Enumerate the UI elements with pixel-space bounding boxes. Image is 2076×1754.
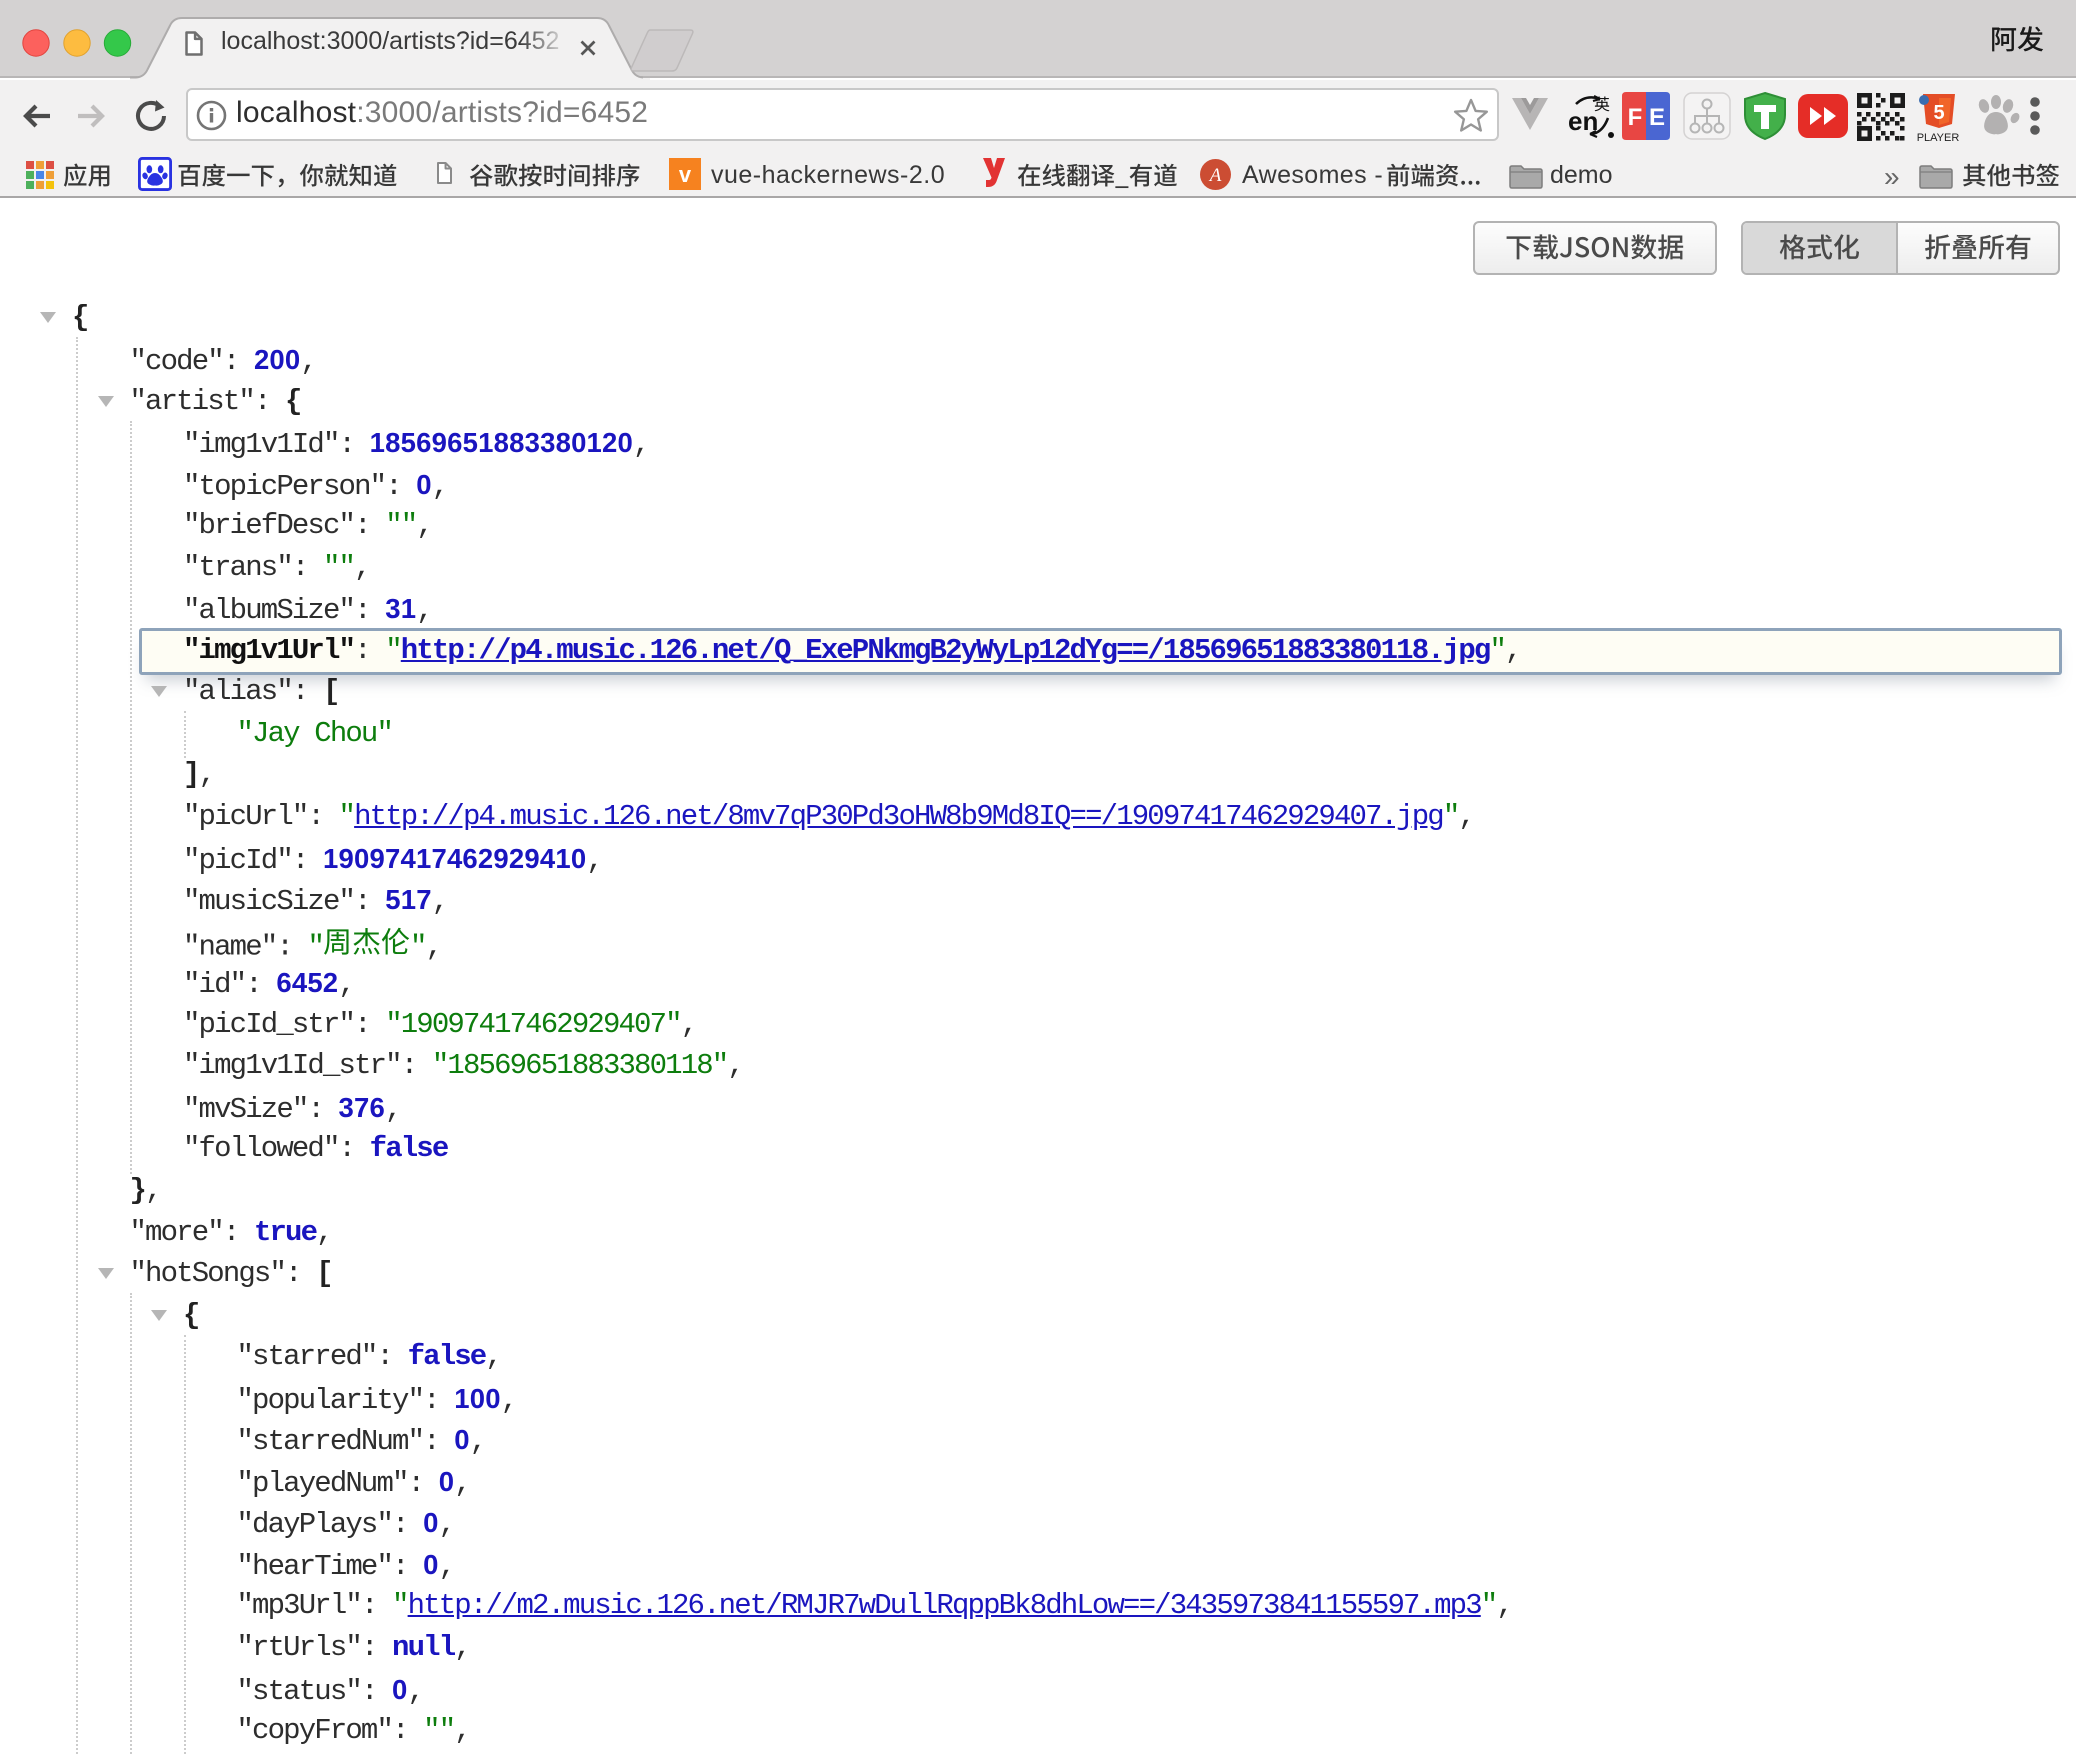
svg-text:v: v [679, 162, 692, 187]
svg-text:F: F [1628, 104, 1643, 131]
svg-text:PLAYER: PLAYER [1917, 132, 1960, 142]
svg-text:A: A [1208, 165, 1222, 186]
svg-text:5: 5 [1933, 102, 1944, 124]
svg-text:E: E [1649, 104, 1665, 131]
